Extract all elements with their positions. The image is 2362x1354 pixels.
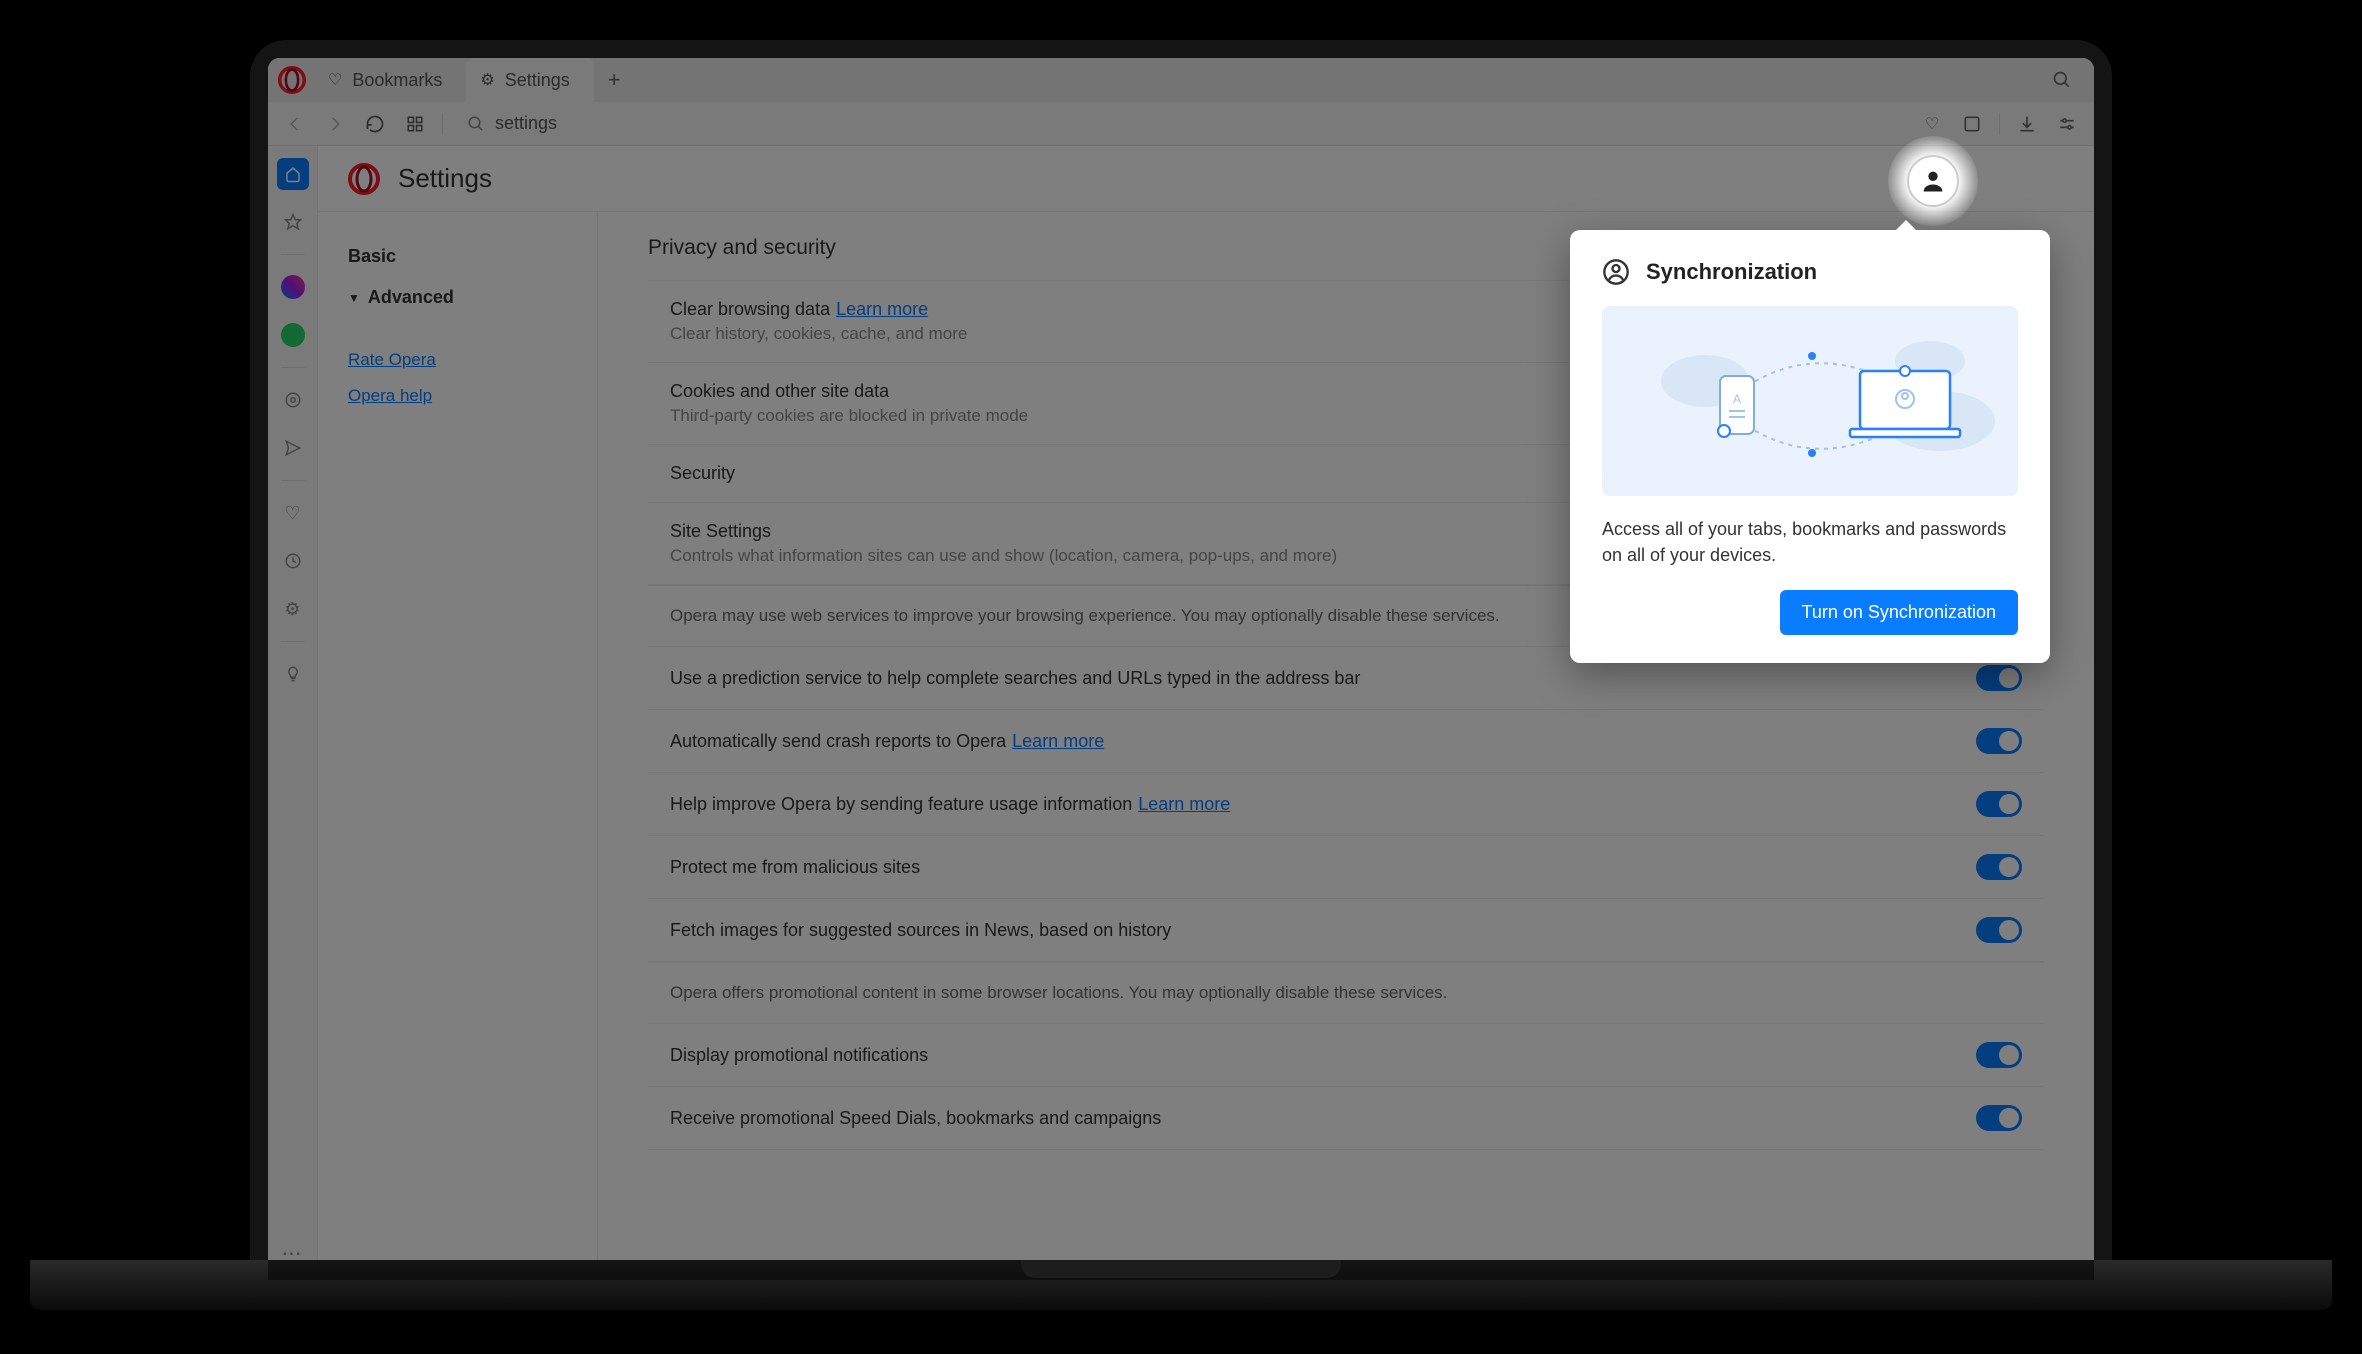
browser-window: ♡ Bookmarks ⚙ Settings +: [268, 58, 2094, 1280]
row-title: Receive promotional Speed Dials, bookmar…: [670, 1108, 1161, 1128]
download-icon[interactable]: [2014, 111, 2040, 137]
toggle-switch[interactable]: [1976, 665, 2022, 691]
divider: [281, 641, 305, 642]
tab-bookmarks[interactable]: ♡ Bookmarks: [314, 58, 466, 102]
bookmark-heart-icon[interactable]: ♡: [1919, 111, 1945, 137]
opera-logo-icon[interactable]: [278, 66, 306, 94]
toggle-row: Fetch images for suggested sources in Ne…: [648, 898, 2044, 962]
page-title: Settings: [398, 163, 492, 194]
send-icon[interactable]: [277, 432, 309, 464]
row-title: Cookies and other site data: [670, 381, 889, 401]
turn-on-sync-button[interactable]: Turn on Synchronization: [1780, 590, 2018, 635]
row-title: Help improve Opera by sending feature us…: [670, 794, 1132, 814]
info-text: Opera offers promotional content in some…: [648, 962, 2044, 1023]
grid-icon[interactable]: [402, 111, 428, 137]
row-title: Security: [670, 463, 735, 483]
toggle-switch[interactable]: [1976, 791, 2022, 817]
opera-logo-icon: [348, 163, 380, 195]
settings-nav: Basic ▼ Advanced Rate Opera Opera help: [318, 146, 598, 1280]
user-circle-icon: [1602, 258, 1630, 286]
reload-button[interactable]: [362, 111, 388, 137]
toggle-switch[interactable]: [1976, 1042, 2022, 1068]
search-icon: [467, 115, 485, 133]
learn-more-link[interactable]: Learn more: [1138, 794, 1230, 814]
left-sidebar: ♡ ⚙ ⋯: [268, 146, 318, 1280]
bookmarks-icon[interactable]: [277, 206, 309, 238]
profile-button[interactable]: [1907, 155, 1959, 207]
learn-more-link[interactable]: Learn more: [836, 299, 928, 319]
row-title: Display promotional notifications: [670, 1045, 928, 1065]
popover-description: Access all of your tabs, bookmarks and p…: [1602, 516, 2018, 568]
tab-bar: ♡ Bookmarks ⚙ Settings +: [268, 58, 2094, 102]
nav-basic[interactable]: Basic: [348, 236, 567, 277]
divider: [281, 254, 305, 255]
address-bar-right: ♡: [1919, 111, 2080, 137]
toggle-row: Display promotional notifications: [648, 1023, 2044, 1086]
settings-header: Settings: [318, 146, 2094, 212]
new-tab-button[interactable]: +: [594, 67, 635, 93]
opera-help-link[interactable]: Opera help: [348, 378, 567, 414]
toggle-switch[interactable]: [1976, 728, 2022, 754]
toggle-row: Automatically send crash reports to Oper…: [648, 709, 2044, 772]
laptop-frame: ♡ Bookmarks ⚙ Settings +: [250, 40, 2112, 1280]
row-title: Use a prediction service to help complet…: [670, 668, 1360, 688]
row-title: Fetch images for suggested sources in Ne…: [670, 920, 1171, 940]
popover-title: Synchronization: [1646, 259, 1817, 285]
back-button[interactable]: [282, 111, 308, 137]
divider: [281, 480, 305, 481]
laptop-notch: [1021, 1260, 1341, 1278]
speed-dial-icon[interactable]: [277, 158, 309, 190]
profile-button-highlight: [1888, 136, 1978, 226]
heart-sidebar-icon[interactable]: ♡: [277, 497, 309, 529]
nav-advanced[interactable]: ▼ Advanced: [348, 277, 567, 318]
chevron-down-icon: ▼: [348, 291, 360, 305]
toggle-row: Protect me from malicious sites: [648, 835, 2044, 898]
easy-setup-icon[interactable]: [2054, 111, 2080, 137]
tab-settings[interactable]: ⚙ Settings: [466, 58, 593, 102]
toggle-row: Help improve Opera by sending feature us…: [648, 772, 2044, 835]
tab-label: Settings: [505, 70, 570, 91]
rate-opera-link[interactable]: Rate Opera: [348, 342, 567, 378]
personal-news-icon[interactable]: [277, 384, 309, 416]
sync-illustration: A: [1602, 306, 2018, 496]
forward-button[interactable]: [322, 111, 348, 137]
tab-label: Bookmarks: [352, 70, 442, 91]
gear-icon: ⚙: [480, 70, 494, 90]
row-title: Site Settings: [670, 521, 771, 541]
divider: [1999, 113, 2000, 135]
learn-more-link[interactable]: Learn more: [1012, 731, 1104, 751]
toggle-switch[interactable]: [1976, 1105, 2022, 1131]
heart-icon: ♡: [328, 70, 342, 90]
divider: [281, 367, 305, 368]
toggle-row: Receive promotional Speed Dials, bookmar…: [648, 1086, 2044, 1150]
toggle-switch[interactable]: [1976, 917, 2022, 943]
extension-icon[interactable]: [1959, 111, 1985, 137]
sync-popover: Synchronization A: [1570, 230, 2050, 663]
divider: [442, 113, 443, 135]
address-bar: ♡: [268, 102, 2094, 146]
row-title: Automatically send crash reports to Oper…: [670, 731, 1006, 751]
settings-gear-icon[interactable]: ⚙: [277, 593, 309, 625]
whatsapp-icon[interactable]: [277, 319, 309, 351]
toggle-switch[interactable]: [1976, 854, 2022, 880]
history-icon[interactable]: [277, 545, 309, 577]
address-input-wrap[interactable]: [457, 109, 1905, 138]
address-input[interactable]: [495, 113, 1895, 134]
messenger-icon[interactable]: [277, 271, 309, 303]
svg-text:A: A: [1733, 392, 1741, 406]
row-title: Clear browsing data: [670, 299, 830, 319]
row-title: Protect me from malicious sites: [670, 857, 920, 877]
search-tabs-icon[interactable]: [2040, 70, 2084, 90]
laptop-base: [30, 1260, 2332, 1310]
lightbulb-icon[interactable]: [277, 658, 309, 690]
